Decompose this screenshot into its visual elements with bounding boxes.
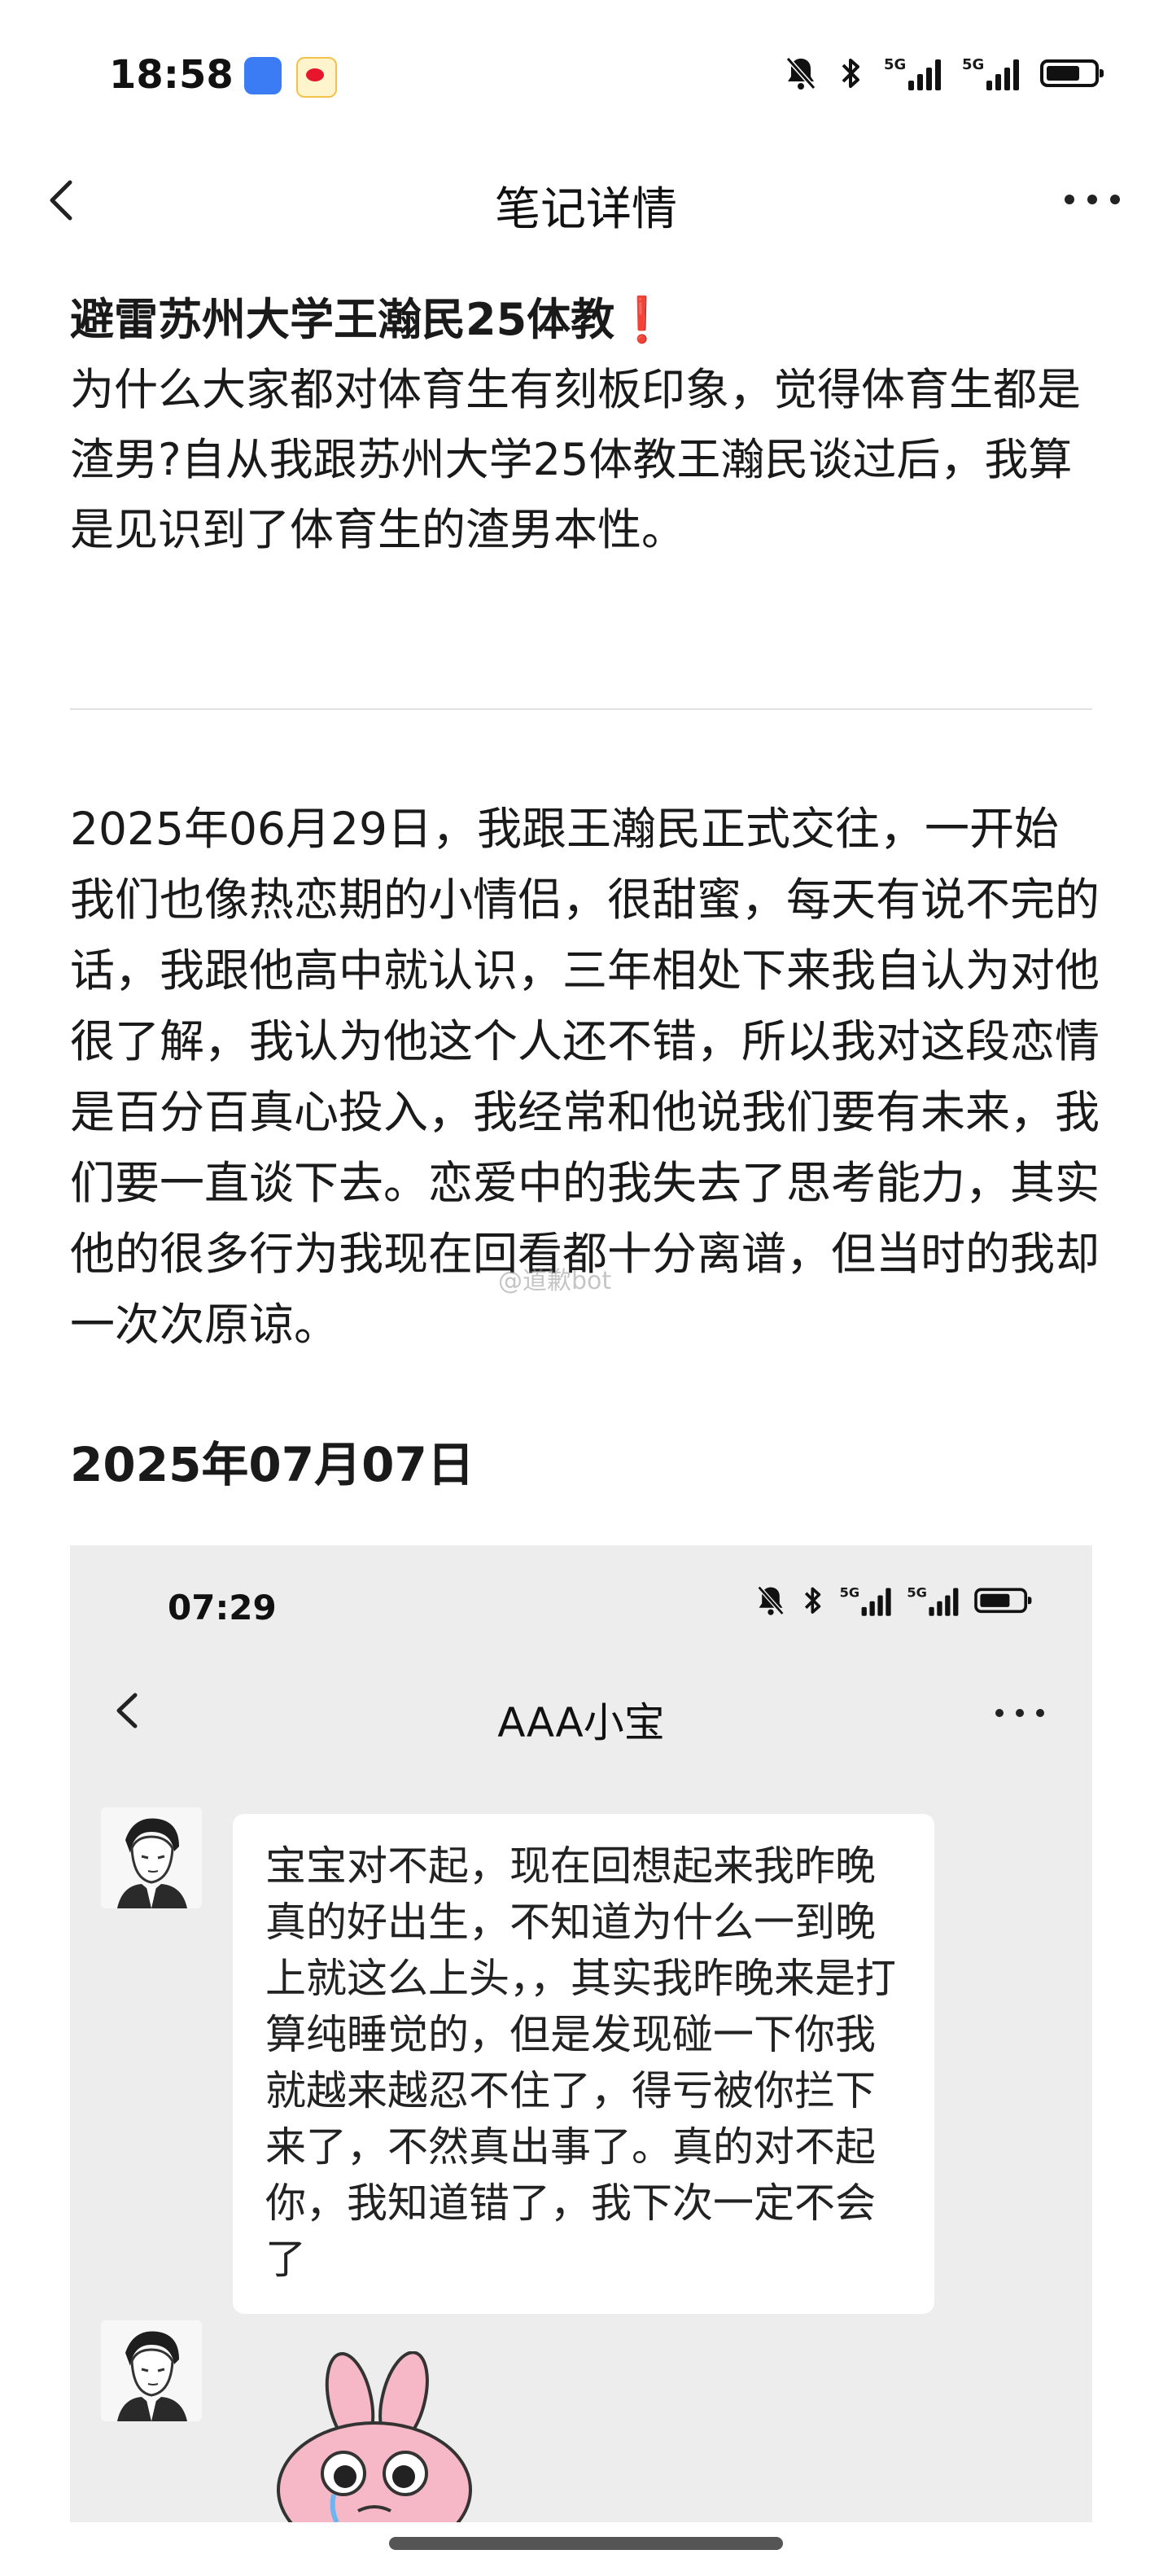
nav-bar: 笔记详情 <box>0 155 1172 252</box>
chat-more-icon <box>995 1709 1044 1717</box>
bluetooth-icon <box>804 1587 821 1614</box>
watermark: @道歉bot <box>498 1267 612 1295</box>
page-title: 笔记详情 <box>495 183 677 236</box>
divider <box>70 708 1092 710</box>
exclamation-emoji: ❗ <box>614 294 670 345</box>
bluetooth-icon <box>842 59 859 88</box>
status-bar: 18:58 5G 5G <box>0 0 1172 155</box>
signal-strength-icon-2: 5G <box>962 56 1019 90</box>
screenshot-status-time: 07:29 <box>168 1588 277 1628</box>
screenshot-status-icons: 5G 5G <box>756 1584 1032 1617</box>
signal-strength-icon-2: 5G <box>907 1585 959 1616</box>
home-indicator[interactable] <box>389 2537 783 2550</box>
note-header: 避雷苏州大学王瀚民25体教❗ 为什么大家都对体育生有刻板印象，觉得体育生都是渣男… <box>70 285 1104 565</box>
battery-icon <box>1040 59 1104 87</box>
date-heading: 2025年07月07日 <box>70 1437 474 1492</box>
status-time: 18:58 <box>109 52 234 98</box>
signal-strength-icon: 5G <box>884 56 941 90</box>
avatar <box>101 2320 202 2421</box>
weibo-notification-icon <box>296 57 337 98</box>
status-icons: 5G 5G <box>785 55 1104 91</box>
battery-icon <box>974 1588 1032 1614</box>
note-headline: 避雷苏州大学王瀚民25体教❗ <box>70 285 1104 355</box>
headline-text: 避雷苏州大学王瀚民25体教 <box>70 294 615 345</box>
app-notification-icon <box>244 57 282 94</box>
signal-strength-icon: 5G <box>840 1585 891 1616</box>
chat-message-bubble: 宝宝对不起，现在回想起来我昨晚真的好出生，不知道为什么一到晚上就这么上头，，其实… <box>233 1814 934 2314</box>
crying-bunny-sticker <box>277 2351 472 2522</box>
note-intro: 为什么大家都对体育生有刻板印象，觉得体育生都是渣男?自从我跟苏州大学25体教王瀚… <box>70 364 1081 555</box>
avatar <box>101 1807 202 1908</box>
more-options-icon[interactable] <box>1060 179 1125 220</box>
bell-muted-icon <box>757 1585 785 1615</box>
embedded-chat-screenshot: 07:29 5G 5G AAA小宝 宝宝对不起，现在回想起来我昨晚真的好出生，不… <box>70 1545 1092 2522</box>
bell-muted-icon <box>785 57 816 90</box>
chat-title: AAA小宝 <box>497 1699 665 1746</box>
